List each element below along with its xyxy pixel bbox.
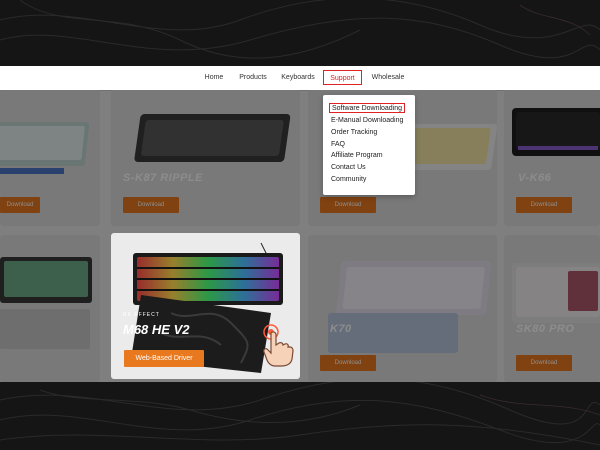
featured-product-name: M68 HE V2 [123, 322, 190, 337]
download-button[interactable]: Download [516, 197, 572, 213]
menu-item-order-tracking[interactable]: Order Tracking [331, 128, 377, 138]
download-button[interactable]: Download [516, 355, 572, 371]
download-button[interactable]: Download [123, 197, 179, 213]
menu-item-software-downloading[interactable]: Software Downloading [329, 103, 406, 113]
nav-support[interactable]: Support [323, 70, 362, 85]
product-name: S-K87 RIPPLE [123, 172, 203, 184]
web-based-driver-button[interactable]: Web-Based Driver [124, 350, 204, 367]
download-button[interactable]: Download [0, 197, 40, 213]
website-screenshot: Home Products Keyboards Support Wholesal… [0, 66, 600, 382]
support-dropdown-menu: Software Downloading E-Manual Downloadin… [323, 95, 415, 195]
brand-label: RK EFFECT [123, 312, 160, 318]
product-card[interactable]: K70 Download [308, 235, 497, 382]
nav-wholesale[interactable]: Wholesale [368, 70, 408, 85]
menu-item-affiliate-program[interactable]: Affiliate Program [331, 151, 383, 161]
keyboard-image [0, 257, 92, 349]
featured-product-card[interactable]: RK EFFECT M68 HE V2 Web-Based Driver [111, 233, 300, 379]
product-card[interactable] [0, 235, 100, 382]
nav-home[interactable]: Home [198, 70, 230, 85]
keyboard-image [0, 122, 90, 174]
download-button[interactable]: Download [320, 355, 376, 371]
product-card[interactable]: V-K66 Download [504, 90, 600, 226]
keyboard-image [512, 108, 600, 156]
nav-products[interactable]: Products [236, 70, 270, 85]
top-navigation-bar: Home Products Keyboards Support Wholesal… [0, 66, 600, 91]
keyboard-image [328, 261, 492, 353]
nav-keyboards[interactable]: Keyboards [278, 70, 318, 85]
menu-item-faq[interactable]: FAQ [331, 140, 345, 150]
menu-item-community[interactable]: Community [331, 175, 366, 185]
product-card[interactable]: Download [0, 90, 100, 226]
hand-pointer-icon [263, 331, 294, 367]
menu-item-e-manual-downloading[interactable]: E-Manual Downloading [331, 116, 403, 126]
product-name: V-K66 [518, 172, 552, 184]
product-name: SK80 PRO [516, 323, 575, 335]
product-card[interactable]: S-K87 RIPPLE Download [111, 90, 300, 226]
keyboard-image [134, 114, 291, 162]
product-card[interactable]: SK80 PRO Download [504, 235, 600, 382]
product-name: K70 [330, 323, 352, 335]
menu-item-contact-us[interactable]: Contact Us [331, 163, 366, 173]
download-button[interactable]: Download [320, 197, 376, 213]
product-grid: Download S-K87 RIPPLE Download Download [0, 90, 600, 382]
